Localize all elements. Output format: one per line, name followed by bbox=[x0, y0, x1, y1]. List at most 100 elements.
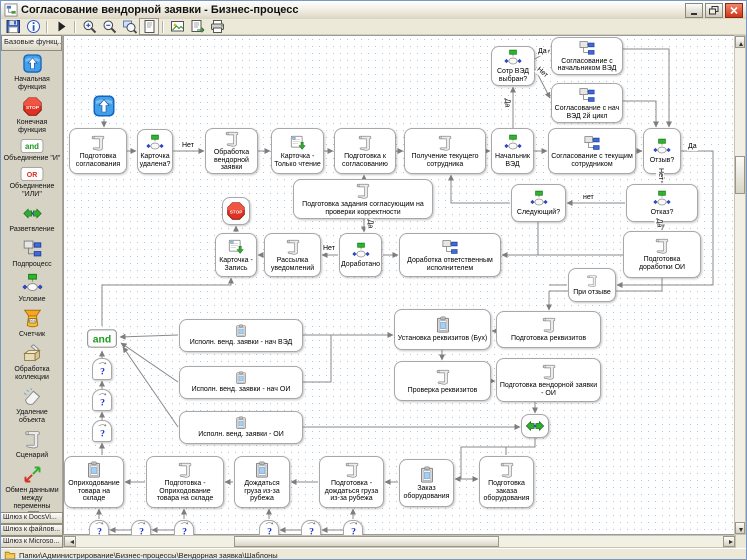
close-icon bbox=[728, 5, 740, 16]
vertical-scroll-thumb[interactable] bbox=[735, 156, 745, 194]
flow-node-isp-oi[interactable]: Исполн. венд. заявки - ОИ bbox=[179, 411, 303, 444]
flow-node-otzyv[interactable]: Отзыв? bbox=[643, 128, 681, 174]
close-button[interactable] bbox=[725, 3, 743, 18]
flow-node-nach-ved[interactable]: Начальник ВЭД bbox=[491, 128, 534, 174]
flow-node-sogl-tek-sotr[interactable]: Согласование с текущим сотрудником bbox=[548, 128, 636, 174]
flow-node-pri-otzyve[interactable]: При отзыве bbox=[568, 268, 616, 302]
clipboard-icon bbox=[434, 316, 452, 334]
flow-node-poluch-sotr[interactable]: Получение текущего сотрудника bbox=[404, 128, 486, 174]
condition-icon bbox=[504, 49, 522, 67]
flow-node-podg-rekv[interactable]: Подготовка реквизитов bbox=[496, 311, 601, 348]
toolbar-export-file-button[interactable] bbox=[187, 18, 207, 35]
toolbar-zoom-in-button[interactable] bbox=[79, 18, 99, 35]
export-image-icon bbox=[170, 19, 185, 34]
flow-node-q-3[interactable] bbox=[92, 420, 112, 442]
flow-node-label: Рассылка уведомлений bbox=[267, 257, 318, 272]
flow-node-label: Согласование с нач ВЭД 2й цикл bbox=[554, 105, 620, 120]
info-icon bbox=[26, 19, 41, 34]
palette-item-subprocess[interactable]: Подпроцесс bbox=[1, 234, 63, 269]
flow-node-and-node[interactable] bbox=[86, 326, 118, 350]
palette-group-button-1[interactable]: Шлюз к файлов... bbox=[1, 524, 63, 536]
flow-node-isp-nach-ved[interactable]: Исполн. венд. заявки - нач ВЭД bbox=[179, 319, 303, 352]
palette-item-and[interactable]: Объединение "И" bbox=[1, 135, 63, 163]
scroll-down-button[interactable] bbox=[735, 522, 745, 534]
folder-icon bbox=[4, 549, 16, 560]
toolbar-export-image-button[interactable] bbox=[167, 18, 187, 35]
flow-node-dorab-otv[interactable]: Доработка ответственным исполнителем bbox=[399, 233, 501, 277]
horizontal-scroll-thumb[interactable] bbox=[234, 536, 499, 547]
flow-node-kart-udalena[interactable]: Карточка удалена? bbox=[137, 129, 173, 174]
flow-node-rassylka[interactable]: Рассылка уведомлений bbox=[264, 233, 321, 277]
flow-node-q-1[interactable] bbox=[92, 358, 112, 380]
toolbar-info-button[interactable] bbox=[23, 18, 43, 35]
flow-node-obrab-zayavki[interactable]: Обработка вендорной заявки bbox=[205, 128, 258, 174]
flow-node-label: Отказ? bbox=[651, 209, 674, 217]
flow-node-podg-dorab-oi[interactable]: Подготовка доработки ОИ bbox=[623, 231, 701, 278]
palette-group-button-2[interactable]: Шлюз к Microso... bbox=[1, 536, 63, 548]
flow-node-label: Исполн. венд. заявки - нач ОИ bbox=[192, 386, 291, 394]
horizontal-scrollbar[interactable] bbox=[63, 535, 736, 548]
flow-node-sotr-ved-vybran[interactable]: Сотр ВЭД выбран? bbox=[491, 46, 535, 86]
palette-item-exchange[interactable]: Обмен данными между переменны bbox=[1, 460, 63, 515]
clipboard-icon bbox=[234, 324, 248, 338]
toolbar-zoom-page-button[interactable] bbox=[139, 18, 159, 35]
question-icon bbox=[95, 423, 110, 440]
flow-node-sogl-nach-ved-2[interactable]: Согласование с нач ВЭД 2й цикл bbox=[551, 83, 623, 123]
flow-node-kart-tch[interactable]: Карточка - Только чтение bbox=[271, 128, 324, 174]
toolbar-save-button[interactable] bbox=[3, 18, 23, 35]
flow-node-kart-zapis[interactable]: Карточка - Запись bbox=[215, 233, 257, 277]
scroll-right-button[interactable] bbox=[723, 536, 735, 547]
palette-group-button-0[interactable]: Шлюз к DocsVi... bbox=[1, 512, 63, 524]
toolbar-run-button[interactable] bbox=[51, 18, 71, 35]
toolbar-print-button[interactable] bbox=[207, 18, 227, 35]
flow-node-dozhdatsya[interactable]: Дождаться груза из-за рубежа bbox=[234, 456, 290, 508]
palette-item-label: Обмен данными между переменны bbox=[3, 487, 61, 511]
flow-node-ustanovka-rekv[interactable]: Установка реквизитов (Бух) bbox=[394, 309, 491, 350]
palette-item-stop[interactable]: Конечная функция bbox=[1, 92, 63, 135]
flow-node-fork-node[interactable] bbox=[521, 414, 549, 438]
vertical-scrollbar[interactable] bbox=[734, 35, 746, 535]
palette-item-condition[interactable]: Условие bbox=[1, 269, 63, 304]
flow-node-sogl-nach-ved[interactable]: Согласование с начальником ВЭД bbox=[551, 37, 623, 75]
flow-node-label: Карточка удалена? bbox=[140, 153, 171, 168]
flow-node-oprihod[interactable]: Оприходование товара на складе bbox=[64, 456, 124, 508]
app-icon bbox=[4, 3, 18, 17]
flow-node-otkaz[interactable]: Отказ? bbox=[626, 184, 698, 222]
flow-node-podg-vend-oi[interactable]: Подготовка вендорной заявки - ОИ bbox=[496, 358, 601, 402]
flow-node-podg-sogl[interactable]: Подготовка согласования bbox=[69, 128, 127, 174]
palette-item-delete[interactable]: Удаление объекта bbox=[1, 382, 63, 425]
restore-button[interactable] bbox=[705, 3, 723, 18]
palette-item-fork[interactable]: Разветвление bbox=[1, 199, 63, 234]
flow-node-q-2[interactable] bbox=[92, 389, 112, 411]
toolbar-zoom-selection-button[interactable] bbox=[119, 18, 139, 35]
statusbar: Папки\Администрирование\Бизнес-процессы\… bbox=[1, 548, 746, 560]
palette-item-counter[interactable]: Счетчик bbox=[1, 304, 63, 339]
flow-node-podg-zakaza[interactable]: Подготовка заказа оборудования bbox=[479, 456, 534, 508]
collection-icon bbox=[22, 343, 43, 364]
flow-node-zakaz-oborud[interactable]: Заказ оборудования bbox=[399, 459, 454, 507]
condition-icon bbox=[653, 138, 671, 156]
palette-item-or[interactable]: Объединение "ИЛИ" bbox=[1, 163, 63, 199]
toolbar-zoom-out-button[interactable] bbox=[99, 18, 119, 35]
palette-item-collection[interactable]: Обработка коллекции bbox=[1, 339, 63, 382]
flow-node-proverka-rekv[interactable]: Проверка реквизитов bbox=[394, 361, 491, 401]
flow-node-label: Доработка ответственным исполнителем bbox=[402, 257, 498, 272]
palette-item-start[interactable]: Начальная функция bbox=[1, 49, 63, 92]
palette-item-label: Счетчик bbox=[3, 331, 61, 339]
scroll-left-button[interactable] bbox=[64, 536, 76, 547]
flow-node-stop-node[interactable] bbox=[222, 197, 250, 225]
question-icon bbox=[95, 361, 110, 378]
flow-node-podg-oprihod[interactable]: Подготовка - Оприходование товара на скл… bbox=[146, 456, 224, 508]
flow-node-dorabotano[interactable]: Доработано bbox=[339, 233, 382, 277]
script-icon bbox=[343, 461, 361, 479]
flow-node-sledujuschij[interactable]: Следующий? bbox=[511, 184, 566, 222]
flow-node-podg-k-sogl[interactable]: Подготовка к согласованию bbox=[334, 128, 396, 174]
scroll-up-button[interactable] bbox=[735, 36, 745, 48]
minimize-button[interactable] bbox=[685, 3, 703, 18]
flow-node-start[interactable] bbox=[91, 93, 117, 119]
flow-node-label: Подготовка вендорной заявки - ОИ bbox=[499, 382, 598, 397]
flow-node-podg-dozhdatsya[interactable]: Подготовка - дождаться груза из-за рубеж… bbox=[319, 456, 384, 508]
flow-node-podg-zadaniya[interactable]: Подготовка задания согласующим на провер… bbox=[293, 179, 433, 219]
flow-node-isp-nach-oi[interactable]: Исполн. венд. заявки - нач ОИ bbox=[179, 366, 303, 399]
palette-item-script[interactable]: Сценарий bbox=[1, 425, 63, 460]
